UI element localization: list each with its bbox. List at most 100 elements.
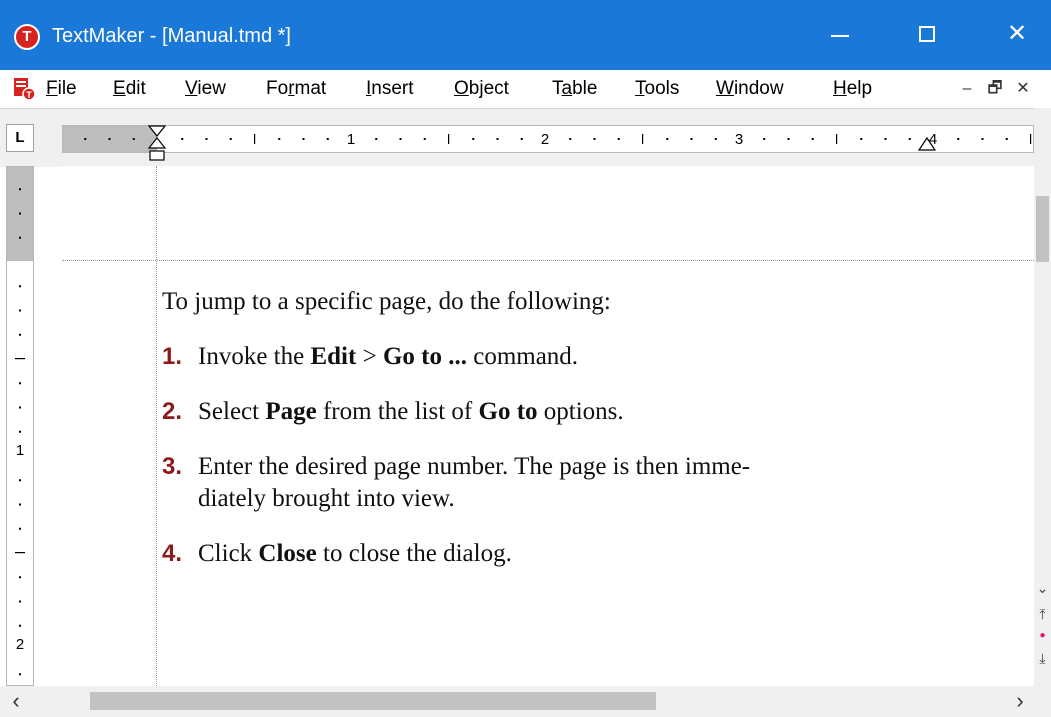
document-text[interactable]: To jump to a specific page, do the follo… xyxy=(162,284,982,593)
intro-paragraph[interactable]: To jump to a specific page, do the follo… xyxy=(162,284,982,320)
scroll-down-icon[interactable]: ⌄ xyxy=(1035,578,1050,598)
horizontal-ruler[interactable]: 1 2 3 4 xyxy=(62,125,1034,161)
ruler-tick xyxy=(593,138,596,140)
menu-edit[interactable]: Edit xyxy=(113,76,146,102)
ruler-tick xyxy=(19,600,21,603)
ruler-tick xyxy=(811,138,814,140)
browse-object-icon[interactable]: ● xyxy=(1035,626,1050,646)
ruler-tick xyxy=(617,138,620,140)
ruler-tick xyxy=(108,138,111,140)
ruler-tick xyxy=(205,138,208,140)
ruler-tick xyxy=(19,479,21,482)
ruler-tick xyxy=(19,503,21,506)
ruler-tick xyxy=(19,624,21,627)
menu-help[interactable]: Help xyxy=(833,76,872,102)
previous-page-icon[interactable]: ⤒ xyxy=(1035,604,1050,624)
ruler-tick xyxy=(496,138,499,140)
ruler-tick xyxy=(19,188,21,191)
ruler-bar: L 1 2 3 4 xyxy=(0,108,1051,167)
list-number: 1. xyxy=(162,343,183,370)
menu-insert[interactable]: Insert xyxy=(366,76,414,102)
window-title: TextMaker - [Manual.tmd *] xyxy=(52,25,291,47)
vertical-ruler[interactable]: 1 2 xyxy=(6,166,34,686)
ruler-tick xyxy=(278,138,281,140)
ruler-tick xyxy=(19,309,21,312)
top-margin-guide xyxy=(62,260,1034,261)
ruler-tick xyxy=(375,138,378,140)
document-minimize-button[interactable]: – xyxy=(958,80,976,98)
list-item[interactable]: 2. Select Page from the list of Go to op… xyxy=(162,396,982,428)
menu-view[interactable]: View xyxy=(185,76,226,102)
ruler-tick xyxy=(254,134,256,144)
ruler-tick xyxy=(908,138,911,140)
menu-object[interactable]: Object xyxy=(454,76,509,102)
next-page-icon[interactable]: ⤓ xyxy=(1035,648,1050,668)
left-margin-guide xyxy=(156,166,157,686)
ruler-tick xyxy=(957,138,960,140)
menu-file[interactable]: File xyxy=(46,76,77,102)
ruler-tick xyxy=(1005,138,1008,140)
ruler-tick xyxy=(472,138,475,140)
ruler-tick xyxy=(884,138,887,140)
vertical-scroll-thumb[interactable] xyxy=(1036,196,1049,262)
ruler-tick xyxy=(19,576,21,579)
close-button[interactable]: ✕ xyxy=(988,0,1046,70)
list-number: 2. xyxy=(162,398,183,425)
ruler-tick xyxy=(690,138,693,140)
ruler-tick xyxy=(520,138,523,140)
horizontal-ruler-ticks: 1 2 3 4 xyxy=(84,131,1032,148)
horizontal-scroll-thumb[interactable] xyxy=(90,692,656,710)
ruler-tick xyxy=(19,382,21,385)
ruler-tick xyxy=(981,138,984,140)
ruler-tick xyxy=(19,212,21,215)
ruler-tick xyxy=(181,138,184,140)
list-item[interactable]: 1. Invoke the Edit > Go to ... command. xyxy=(162,341,982,373)
textmaker-app-icon[interactable]: T xyxy=(14,24,40,50)
svg-text:T: T xyxy=(26,90,32,100)
ruler-tick xyxy=(763,138,766,140)
ruler-tick xyxy=(860,138,863,140)
ruler-label-3: 3 xyxy=(735,131,743,148)
ruler-tick xyxy=(19,673,21,676)
ruler-tick xyxy=(84,138,87,140)
document-restore-button[interactable]: 🗗 xyxy=(986,80,1004,98)
scroll-left-icon[interactable]: ‹ xyxy=(4,689,28,713)
minimize-button[interactable] xyxy=(812,0,870,70)
menu-tools[interactable]: Tools xyxy=(635,76,679,102)
scroll-right-icon[interactable]: › xyxy=(1008,689,1032,713)
menu-window[interactable]: Window xyxy=(716,76,784,102)
ruler-tick xyxy=(132,138,135,140)
vruler-label-1: 1 xyxy=(16,442,24,459)
ruler-tick xyxy=(642,134,644,144)
ruler-label-2: 2 xyxy=(541,131,549,148)
tab-stop-selector[interactable]: L xyxy=(6,124,34,152)
ruler-tick xyxy=(15,552,25,554)
ruler-tick xyxy=(326,138,329,140)
ruler-tick xyxy=(229,138,232,140)
list-item[interactable]: 4. Click Close to close the dialog. xyxy=(162,538,982,570)
vertical-ruler-ticks: 1 2 xyxy=(15,188,25,676)
right-indent-marker[interactable] xyxy=(917,126,937,154)
document-page[interactable]: To jump to a specific page, do the follo… xyxy=(62,166,1034,686)
list-number: 3. xyxy=(162,453,183,480)
ruler-tick xyxy=(19,430,21,433)
first-line-indent-marker[interactable] xyxy=(147,124,167,164)
title-bar: T TextMaker - [Manual.tmd *] ✕ xyxy=(0,0,1051,70)
menu-table[interactable]: Table xyxy=(552,76,597,102)
list-item[interactable]: 3. Enter the desired page number. The pa… xyxy=(162,451,982,515)
ruler-tick xyxy=(19,527,21,530)
ruler-tick xyxy=(19,285,21,288)
ruler-tick xyxy=(399,138,402,140)
ruler-tick xyxy=(19,406,21,409)
menu-bar: T File Edit View Format Insert Object Ta… xyxy=(0,70,1051,108)
horizontal-scrollbar[interactable]: ‹ › xyxy=(0,686,1051,717)
ruler-tick xyxy=(19,333,21,336)
document-app-icon[interactable]: T xyxy=(12,77,36,101)
ruler-tick xyxy=(448,134,450,144)
vertical-scrollbar[interactable]: ⌄ ⤒ ● ⤓ xyxy=(1034,108,1051,686)
list-number: 4. xyxy=(162,540,183,567)
document-close-button[interactable]: ✕ xyxy=(1014,80,1032,98)
menu-format[interactable]: Format xyxy=(266,76,326,102)
ruler-tick xyxy=(19,236,21,239)
maximize-button[interactable] xyxy=(900,0,958,70)
